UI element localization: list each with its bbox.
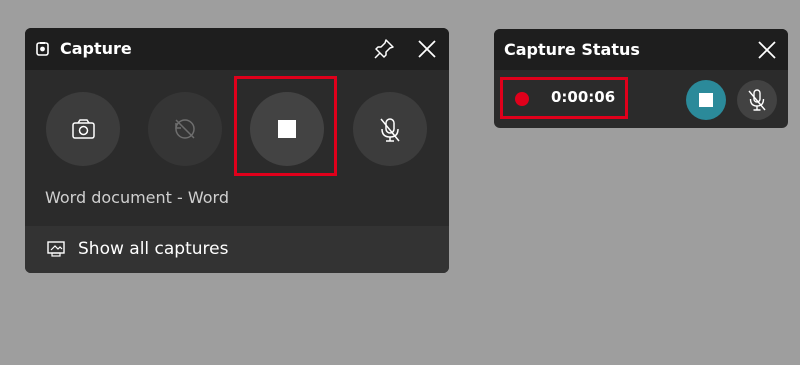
pin-icon[interactable]: [373, 38, 395, 60]
status-stop-recording-button[interactable]: [686, 80, 726, 120]
capture-widget: Capture Word document - Word Show all ca…: [25, 28, 449, 273]
camera-icon: [72, 119, 95, 139]
show-all-captures-button[interactable]: Show all captures: [25, 226, 449, 273]
stop-button-highlight: [234, 76, 337, 176]
show-all-captures-label: Show all captures: [78, 239, 229, 259]
mic-off-icon: [380, 118, 400, 142]
capture-widget-icon: [36, 42, 49, 56]
capture-status-widget: Capture Status 0:00:06: [494, 29, 788, 128]
capture-status-title: Capture Status: [504, 40, 640, 59]
gallery-icon: [47, 241, 65, 257]
captured-app-name: Word document - Word: [45, 188, 230, 207]
microphone-toggle-button[interactable]: [353, 92, 427, 166]
mic-off-icon: [748, 89, 766, 111]
capture-widget-header[interactable]: Capture: [25, 28, 449, 70]
capture-status-header[interactable]: Capture Status: [494, 29, 788, 70]
close-icon[interactable]: [755, 38, 779, 62]
stop-icon: [699, 93, 713, 107]
record-last-30-seconds-button[interactable]: [148, 92, 222, 166]
capture-widget-title: Capture: [60, 39, 132, 58]
timer-highlight: [500, 77, 628, 119]
close-icon[interactable]: [415, 37, 439, 61]
record-last-icon: [175, 119, 195, 139]
status-microphone-toggle-button[interactable]: [737, 80, 777, 120]
take-screenshot-button[interactable]: [46, 92, 120, 166]
